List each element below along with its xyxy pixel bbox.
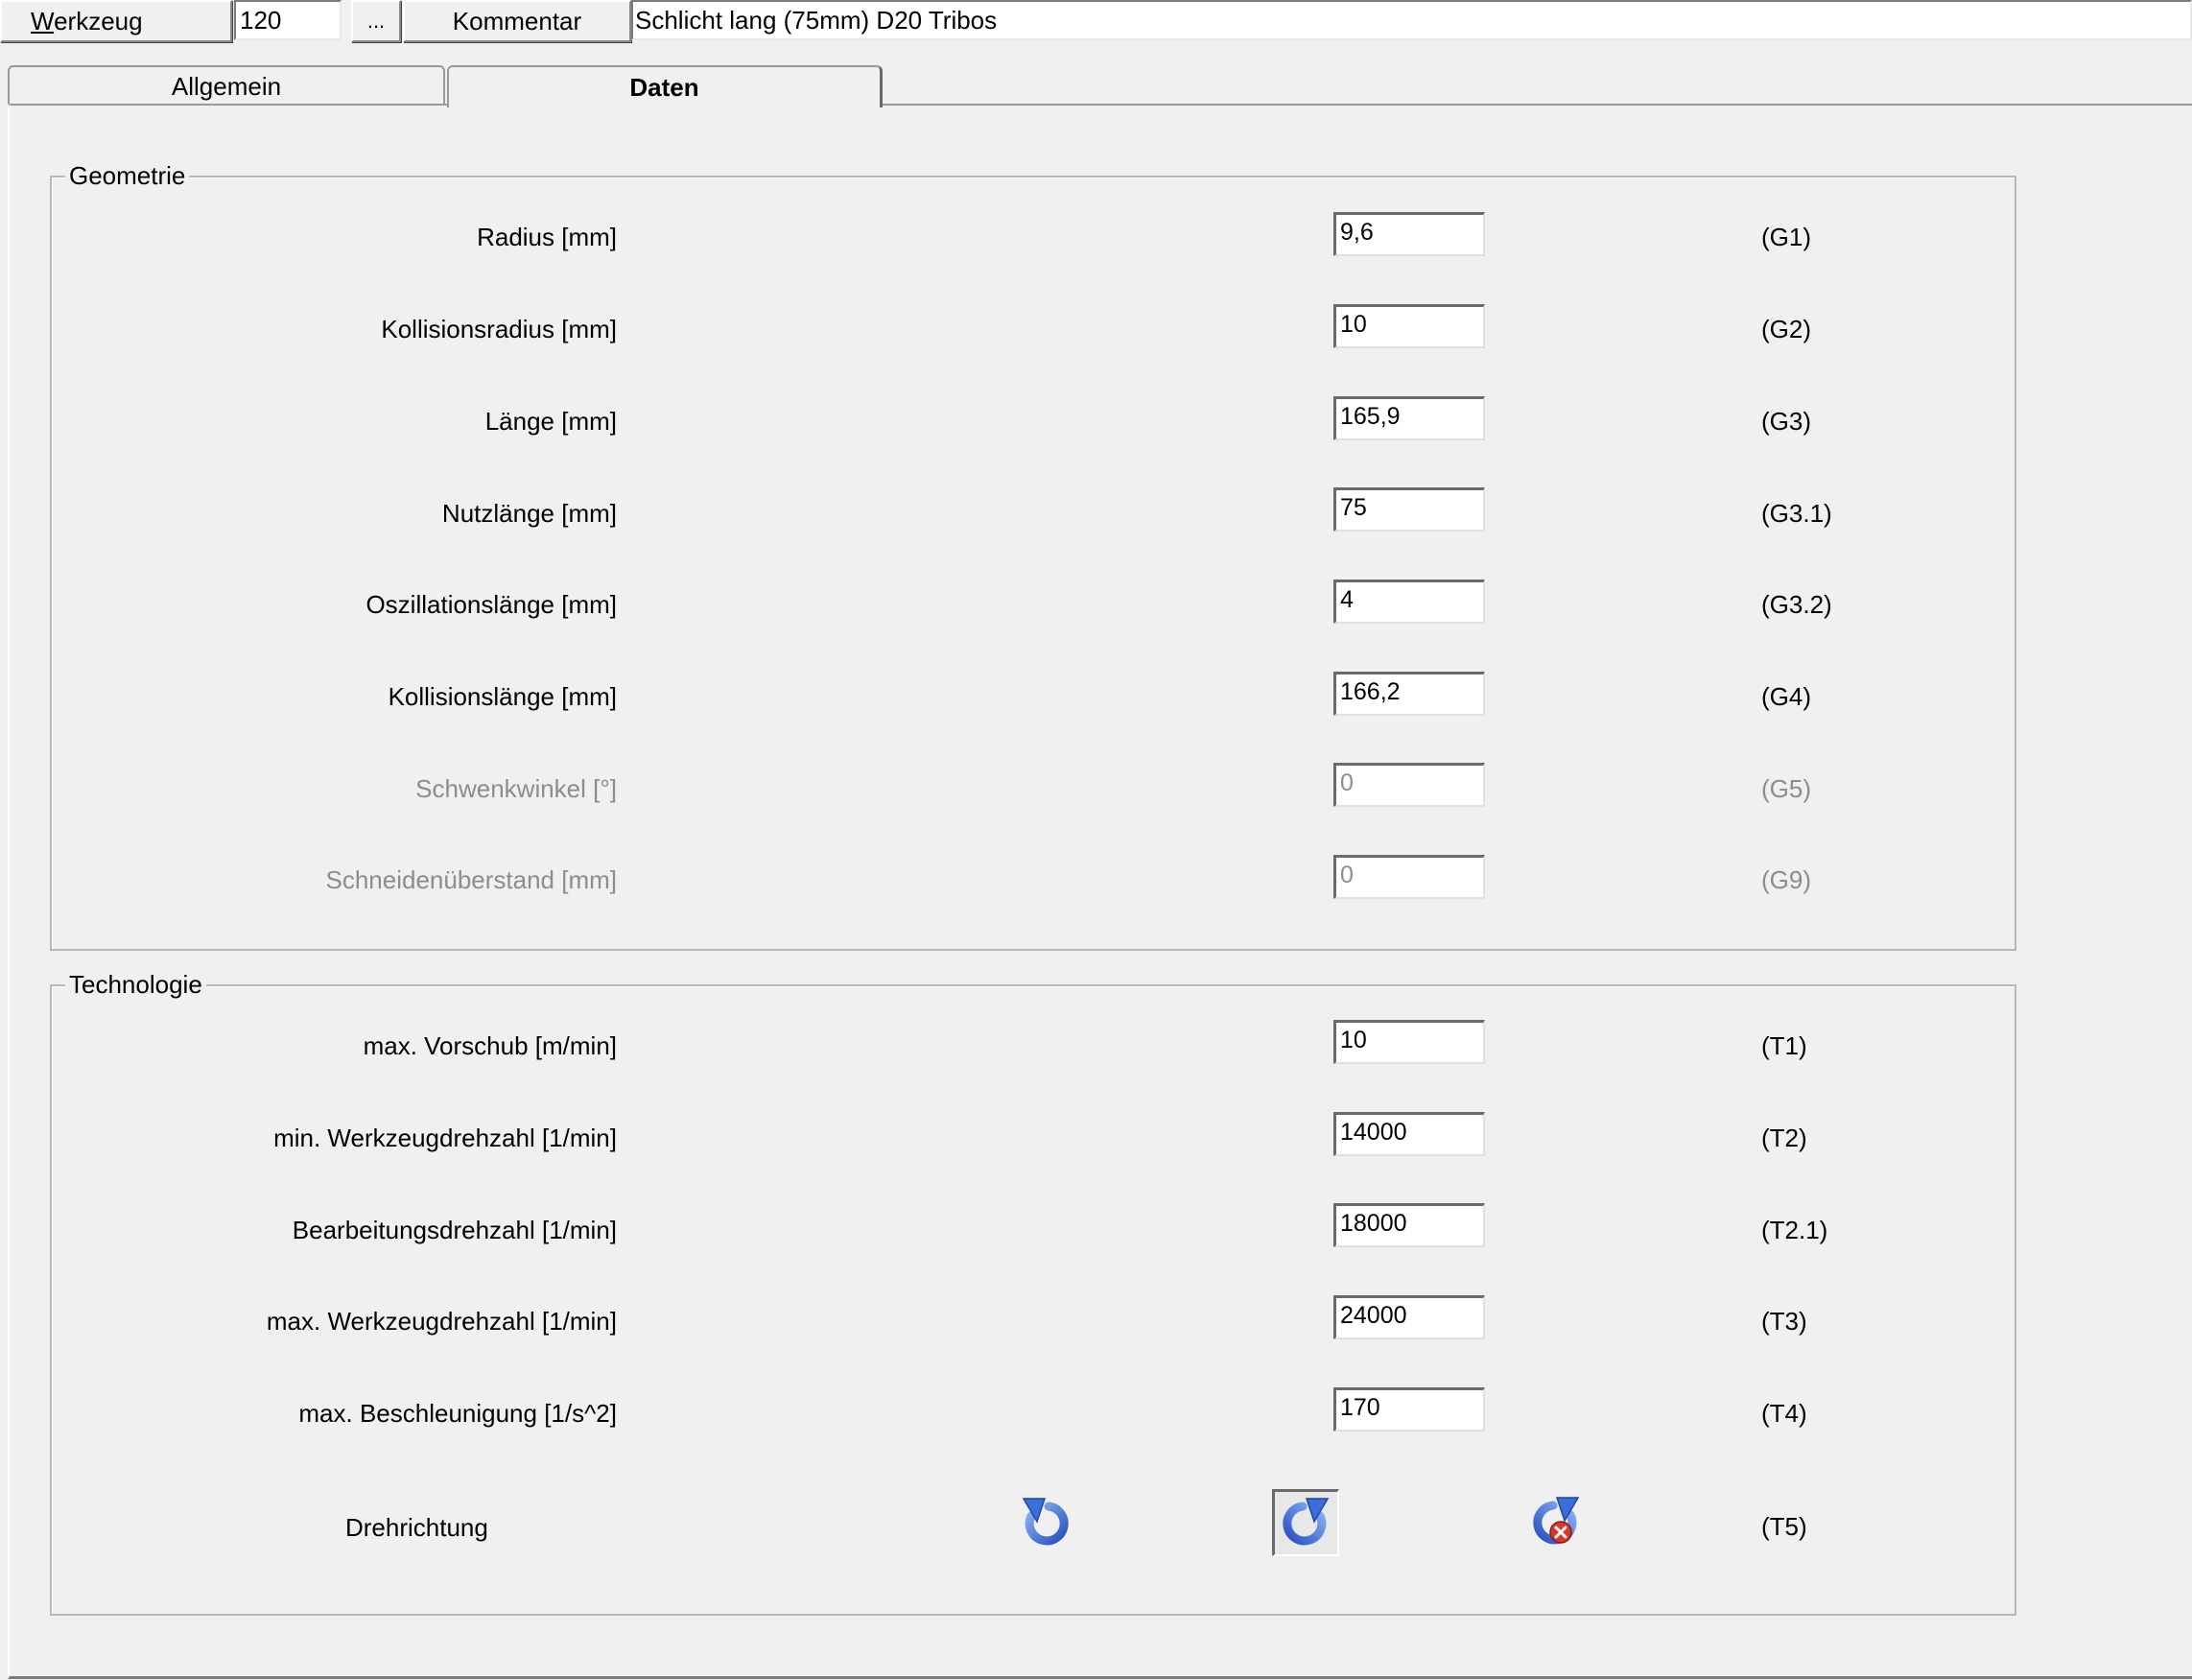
geometrie-title: Geometrie — [65, 161, 190, 191]
laenge-input[interactable]: 165,9 — [1333, 396, 1485, 440]
rotate-clockwise-icon — [1282, 1497, 1329, 1545]
tab-allgemein[interactable]: Allgemein — [8, 65, 445, 106]
tab-allgemein-label: Allgemein — [171, 71, 282, 101]
max-werkzeugdrehzahl-code: (T3) — [1761, 1307, 1807, 1336]
max-werkzeugdrehzahl-label: max. Werkzeugdrehzahl [1/min] — [266, 1307, 617, 1336]
werkzeug-label: Werkzeug — [31, 6, 143, 35]
werkzeug-label-button[interactable]: Werkzeug — [0, 0, 232, 42]
rotate-none-icon — [1533, 1497, 1580, 1545]
technologie-title: Technologie — [65, 970, 206, 1000]
kollisionslaenge-label: Kollisionslänge [mm] — [388, 682, 617, 711]
kollisionsradius-code: (G2) — [1761, 315, 1811, 343]
nutzlaenge-label: Nutzlänge [mm] — [441, 499, 617, 528]
laenge-label: Länge [mm] — [484, 407, 617, 436]
max-vorschub-label: max. Vorschub [m/min] — [363, 1031, 617, 1060]
kollisionsradius-input[interactable]: 10 — [1333, 304, 1485, 348]
rotate-counterclockwise-button[interactable] — [1011, 1490, 1078, 1557]
radius-label: Radius [mm] — [477, 223, 617, 251]
bearbeitungsdrehzahl-code: (T2.1) — [1761, 1216, 1828, 1244]
kollisionslaenge-code: (G4) — [1761, 682, 1811, 711]
browse-button[interactable]: ... — [351, 0, 401, 42]
max-vorschub-input[interactable]: 10 — [1333, 1020, 1485, 1064]
schneidenueberstand-input: 0 — [1333, 855, 1485, 899]
max-beschleunigung-input[interactable]: 170 — [1333, 1387, 1485, 1432]
min-werkzeugdrehzahl-label: min. Werkzeugdrehzahl [1/min] — [273, 1124, 617, 1152]
schwenkwinkel-code: (G5) — [1761, 774, 1811, 803]
geometrie-group: Geometrie — [50, 161, 2016, 951]
min-werkzeugdrehzahl-code: (T2) — [1761, 1124, 1807, 1152]
max-vorschub-code: (T1) — [1761, 1031, 1807, 1060]
oszillationslaenge-input[interactable]: 4 — [1333, 580, 1485, 624]
nutzlaenge-input[interactable]: 75 — [1333, 487, 1485, 532]
tab-daten-label: Daten — [629, 72, 699, 102]
werkzeug-number-input[interactable]: 120 — [234, 0, 342, 40]
drehrichtung-label: Drehrichtung — [345, 1513, 488, 1542]
schneidenueberstand-code: (G9) — [1761, 865, 1811, 894]
schneidenueberstand-label: Schneidenüberstand [mm] — [325, 865, 617, 894]
radius-code: (G1) — [1761, 223, 1811, 251]
schwenkwinkel-input: 0 — [1333, 763, 1485, 807]
oszillationslaenge-label: Oszillationslänge [mm] — [365, 590, 617, 619]
rotate-counterclockwise-icon — [1022, 1498, 1069, 1546]
kommentar-label-button[interactable]: Kommentar — [403, 0, 631, 42]
bearbeitungsdrehzahl-label: Bearbeitungsdrehzahl [1/min] — [292, 1216, 617, 1244]
max-beschleunigung-label: max. Beschleunigung [1/s^2] — [298, 1399, 617, 1428]
bearbeitungsdrehzahl-input[interactable]: 18000 — [1333, 1203, 1485, 1247]
min-werkzeugdrehzahl-input[interactable]: 14000 — [1333, 1112, 1485, 1156]
kommentar-label: Kommentar — [452, 6, 582, 35]
laenge-code: (G3) — [1761, 407, 1811, 436]
max-werkzeugdrehzahl-input[interactable]: 24000 — [1333, 1295, 1485, 1339]
drehrichtung-code: (T5) — [1761, 1512, 1807, 1541]
rotate-clockwise-button[interactable] — [1272, 1489, 1339, 1556]
oszillationslaenge-code: (G3.2) — [1761, 590, 1832, 619]
rotate-none-button[interactable] — [1523, 1489, 1591, 1556]
tab-daten[interactable]: Daten — [447, 65, 883, 107]
kollisionslaenge-input[interactable]: 166,2 — [1333, 672, 1485, 716]
nutzlaenge-code: (G3.1) — [1761, 499, 1832, 528]
kollisionsradius-label: Kollisionsradius [mm] — [381, 315, 617, 343]
max-beschleunigung-code: (T4) — [1761, 1399, 1807, 1428]
schwenkwinkel-label: Schwenkwinkel [°] — [415, 774, 617, 803]
kommentar-input[interactable]: Schlicht lang (75mm) D20 Tribos — [631, 0, 2192, 40]
radius-input[interactable]: 9,6 — [1333, 212, 1485, 256]
